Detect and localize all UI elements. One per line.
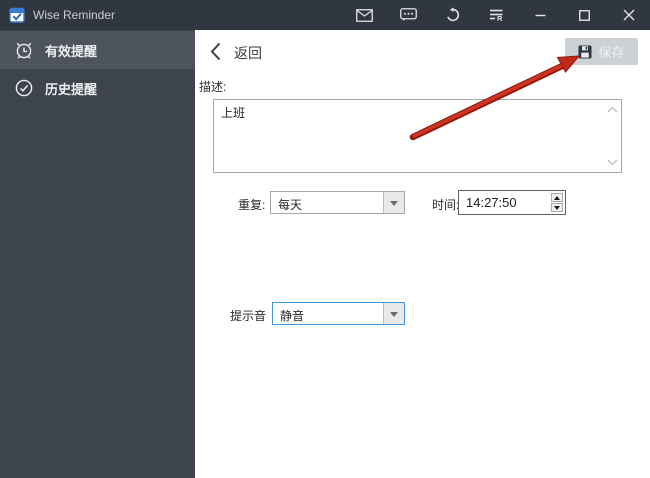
description-text: 上班 <box>221 106 245 120</box>
sidebar-item-label: 历史提醒 <box>45 79 97 98</box>
floppy-disk-icon <box>578 45 592 59</box>
sound-value: 静音 <box>273 303 383 324</box>
wise-reminder-window: Wise Reminder <box>0 0 650 478</box>
titlebar-icons: R <box>356 0 637 30</box>
alarm-clock-icon <box>14 40 34 60</box>
mail-icon[interactable] <box>356 7 373 24</box>
triangle-up-icon <box>554 193 560 200</box>
repeat-dropdown-button[interactable] <box>383 192 404 213</box>
time-spinner <box>549 191 565 214</box>
repeat-label: 重复: <box>238 196 265 213</box>
scroll-up-icon[interactable] <box>607 106 618 113</box>
sound-label: 提示音 <box>230 307 266 324</box>
check-circle-icon <box>14 78 34 98</box>
svg-text:R: R <box>497 14 503 22</box>
maximize-icon[interactable] <box>576 7 593 24</box>
feedback-icon[interactable] <box>400 7 417 24</box>
edit-reminder-panel: 返回 保存 描述: 上班 重复: <box>195 30 650 478</box>
back-button[interactable]: 返回 <box>210 42 262 64</box>
time-spinner-down-button[interactable] <box>551 203 563 212</box>
app-logo-icon <box>9 7 25 23</box>
scroll-down-icon[interactable] <box>607 159 618 166</box>
sidebar: 有效提醒 历史提醒 <box>0 30 195 478</box>
close-icon[interactable] <box>620 7 637 24</box>
refresh-icon[interactable] <box>444 7 461 24</box>
description-textarea[interactable]: 上班 <box>213 99 622 173</box>
time-input[interactable]: 14:27:50 <box>458 190 566 215</box>
save-label: 保存 <box>598 42 624 61</box>
sidebar-item-history-reminders[interactable]: 历史提醒 <box>0 69 195 107</box>
time-value: 14:27:50 <box>459 191 549 214</box>
sidebar-item-active-reminders[interactable]: 有效提醒 <box>0 31 195 69</box>
window-title: Wise Reminder <box>33 8 115 22</box>
chevron-down-icon <box>390 312 398 321</box>
save-button[interactable]: 保存 <box>565 38 638 65</box>
triangle-down-icon <box>554 206 560 213</box>
repeat-value: 每天 <box>271 192 383 213</box>
back-chevron-icon <box>210 42 221 64</box>
description-label: 描述: <box>199 78 226 95</box>
sound-dropdown-button[interactable] <box>383 303 404 324</box>
titlebar: Wise Reminder <box>0 0 650 30</box>
time-label: 时间: <box>432 196 459 213</box>
back-label: 返回 <box>234 43 262 63</box>
sound-dropdown[interactable]: 静音 <box>272 302 405 325</box>
time-spinner-up-button[interactable] <box>551 193 563 202</box>
repeat-dropdown[interactable]: 每天 <box>270 191 405 214</box>
report-list-icon[interactable]: R <box>488 7 505 24</box>
minimize-icon[interactable] <box>532 7 549 24</box>
sidebar-item-label: 有效提醒 <box>45 41 97 60</box>
chevron-down-icon <box>390 201 398 210</box>
